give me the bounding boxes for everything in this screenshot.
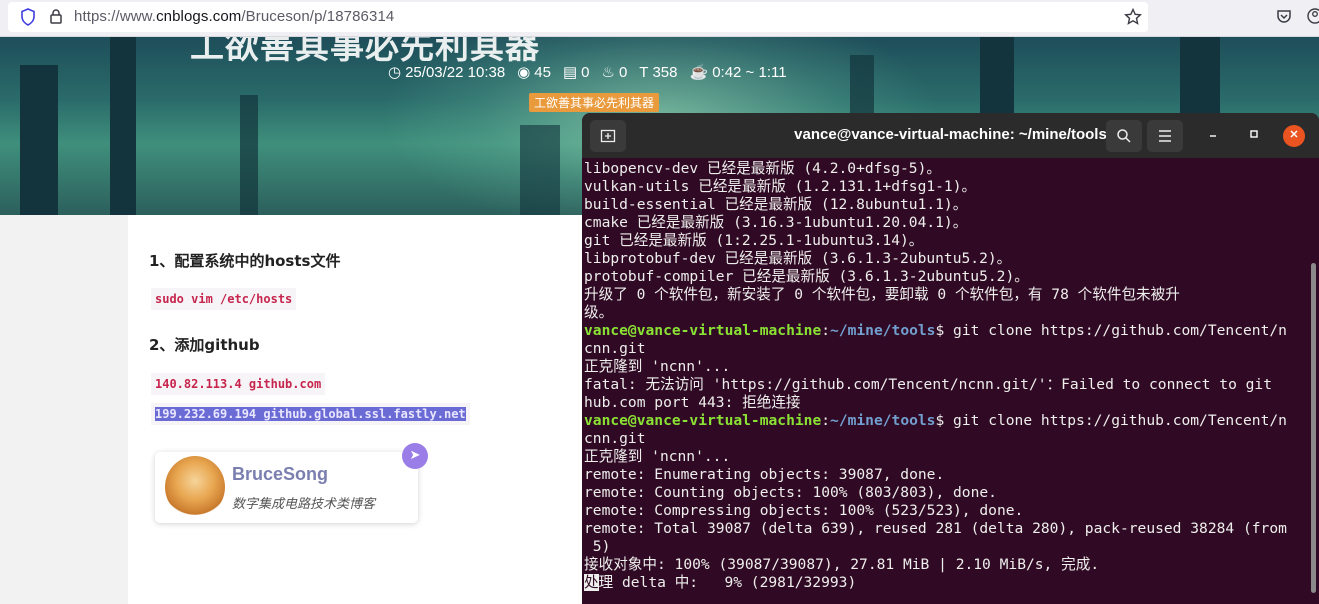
terminal-line: 级。 bbox=[584, 304, 614, 321]
post-views-value: 45 bbox=[534, 64, 551, 81]
terminal-line: hub.com port 443: 拒绝连接 bbox=[584, 394, 801, 411]
terminal-line: libprotobuf-dev 已经是最新版 (3.6.1.3-2ubuntu5… bbox=[584, 250, 1012, 267]
selected-text: 199.232.69.194 github.global.ssl.fastly.… bbox=[155, 407, 466, 421]
prompt-symbol: $ bbox=[935, 322, 954, 339]
prompt-command: git clone https://github.com/Tencent/n bbox=[953, 322, 1287, 339]
author-name[interactable]: BruceSong bbox=[232, 464, 328, 485]
post-comments: ▤ 0 bbox=[563, 63, 590, 81]
tree-silhouette bbox=[110, 37, 136, 215]
terminal-cursor: 处 bbox=[584, 574, 599, 591]
close-button[interactable] bbox=[1283, 125, 1305, 147]
post-comments-value: 0 bbox=[581, 64, 590, 81]
shield-icon[interactable] bbox=[19, 8, 37, 26]
terminal-line: git 已经是最新版 (1:2.25.1-1ubuntu3.14)。 bbox=[584, 232, 924, 249]
tree-silhouette bbox=[520, 125, 560, 215]
maximize-button[interactable] bbox=[1243, 125, 1265, 147]
star-icon[interactable] bbox=[1123, 7, 1143, 26]
terminal-line: fatal: 无法访问 'https://github.com/Tencent/… bbox=[584, 376, 1273, 393]
terminal-line: 5) bbox=[584, 538, 611, 555]
post-read-time: ☕ 0:42 ~ 1:11 bbox=[690, 63, 787, 81]
terminal-line: remote: Counting objects: 100% (803/803)… bbox=[584, 484, 997, 501]
terminal-line: 升级了 0 个软件包，新安装了 0 个软件包，要卸载 0 个软件包，有 78 个… bbox=[584, 286, 1180, 303]
url-host: cnblogs.com bbox=[156, 8, 242, 25]
terminal-line: libopencv-dev 已经是最新版 (4.2.0+dfsg-5)。 bbox=[584, 160, 941, 177]
step2-code-line2: 199.232.69.194 github.global.ssl.fastly.… bbox=[151, 403, 470, 425]
post-meta: ◷ 25/03/22 10:38 ◉ 45 ▤ 0 ♨ 0 T 358 ☕ 0:42 ~ 1… bbox=[388, 63, 787, 82]
minimize-button[interactable] bbox=[1202, 125, 1224, 147]
prompt-command: git clone https://github.com/Tencent/n bbox=[953, 412, 1287, 429]
terminal-line: 处理 delta 中: 9% (2981/32993) bbox=[584, 574, 1304, 592]
terminal-titlebar[interactable]: vance@vance-virtual-machine: ~/mine/tool… bbox=[582, 113, 1319, 158]
terminal-line: vulkan-utils 已经是最新版 (1.2.131.1+dfsg1-1)。 bbox=[584, 178, 977, 195]
url-text[interactable]: https://www.cnblogs.com/Bruceson/p/18786… bbox=[74, 8, 394, 25]
url-path: /Bruceson/p/18786314 bbox=[241, 8, 395, 25]
account-icon[interactable] bbox=[1306, 8, 1319, 26]
terminal-window[interactable]: vance@vance-virtual-machine: ~/mine/tool… bbox=[582, 113, 1319, 604]
hamburger-icon bbox=[1159, 130, 1171, 142]
tree-silhouette bbox=[240, 95, 258, 215]
terminal-line: 接收对象中: 100% (39087/39087), 27.81 MiB | 2… bbox=[584, 556, 1100, 573]
lock-icon bbox=[47, 8, 65, 26]
post-words: T 358 bbox=[639, 64, 677, 81]
step2-code-line1: 140.82.113.4 github.com bbox=[151, 373, 326, 395]
prompt-separator: : bbox=[821, 412, 831, 429]
step1-heading: 1、配置系统中的hosts文件 bbox=[149, 252, 341, 270]
text-icon: T bbox=[639, 63, 649, 81]
prompt-path: ~/mine/tools bbox=[830, 322, 936, 339]
author-card[interactable]: BruceSong 数字集成电路技术类博客 bbox=[155, 452, 418, 523]
post-words-value: 358 bbox=[652, 63, 678, 81]
pocket-icon[interactable] bbox=[1275, 8, 1293, 26]
close-icon bbox=[1290, 130, 1298, 138]
terminal-scrollbar[interactable] bbox=[1311, 263, 1316, 593]
paper-plane-icon[interactable]: ➤ bbox=[402, 443, 428, 469]
post-read-time-value: 0:42 ~ 1:11 bbox=[712, 64, 787, 81]
avatar[interactable] bbox=[165, 456, 225, 518]
terminal-output[interactable]: libopencv-dev 已经是最新版 (4.2.0+dfsg-5)。 vulk… bbox=[584, 160, 1304, 592]
step2-heading: 2、添加github bbox=[149, 336, 260, 354]
post-date: ◷ 25/03/22 10:38 bbox=[388, 63, 505, 81]
coffee-icon: ☕ bbox=[689, 64, 709, 81]
browser-toolbar: https://www.cnblogs.com/Bruceson/p/18786… bbox=[0, 0, 1319, 37]
menu-button[interactable] bbox=[1147, 120, 1183, 152]
post-likes-value: 0 bbox=[618, 64, 628, 81]
prompt-path: ~/mine/tools bbox=[830, 412, 936, 429]
comment-icon: ▤ bbox=[562, 64, 578, 81]
prompt-user: vance@vance-virtual-machine bbox=[584, 412, 822, 429]
post-views: ◉ 45 bbox=[517, 63, 551, 81]
prompt-separator: : bbox=[821, 322, 831, 339]
terminal-prompt-line: vance@vance-virtual-machine:~/mine/tools… bbox=[584, 412, 1304, 430]
terminal-line: cnn.git bbox=[584, 430, 646, 447]
terminal-line: protobuf-compiler 已经是最新版 (3.6.1.3-2ubunt… bbox=[584, 268, 1029, 285]
terminal-line-text: 理 delta 中: 9% (2981/32993) bbox=[598, 574, 857, 591]
category-tag[interactable]: 工欲善其事必先利其器 bbox=[529, 93, 660, 112]
terminal-prompt-line: vance@vance-virtual-machine:~/mine/tools… bbox=[584, 322, 1304, 340]
search-icon bbox=[1117, 129, 1131, 143]
clock-icon: ◷ bbox=[388, 64, 402, 81]
terminal-line: remote: Total 39087 (delta 639), reused … bbox=[584, 520, 1287, 537]
search-button[interactable] bbox=[1106, 120, 1142, 152]
terminal-line: 正克隆到 'ncnn'... bbox=[584, 358, 731, 375]
terminal-line: remote: Compressing objects: 100% (523/5… bbox=[584, 502, 1024, 519]
terminal-line: cmake 已经是最新版 (3.16.3-1ubuntu1.20.04.1)。 bbox=[584, 214, 968, 231]
author-description: 数字集成电路技术类博客 bbox=[232, 497, 376, 512]
step1-code: sudo vim /etc/hosts bbox=[151, 288, 297, 310]
maximize-icon bbox=[1250, 130, 1258, 138]
prompt-symbol: $ bbox=[935, 412, 954, 429]
terminal-line: cnn.git bbox=[584, 340, 646, 357]
terminal-line: build-essential 已经是最新版 (12.8ubuntu1.1)。 bbox=[584, 196, 968, 213]
url-prefix: https://www. bbox=[74, 8, 157, 25]
eye-icon: ◉ bbox=[517, 64, 531, 81]
post-likes: ♨ 0 bbox=[602, 63, 628, 81]
post-date-value: 25/03/22 10:38 bbox=[405, 64, 506, 81]
terminal-line: 正克隆到 'ncnn'... bbox=[584, 448, 731, 465]
prompt-user: vance@vance-virtual-machine bbox=[584, 322, 822, 339]
tree-silhouette bbox=[20, 65, 58, 215]
flame-icon: ♨ bbox=[601, 64, 615, 81]
terminal-line: remote: Enumerating objects: 39087, done… bbox=[584, 466, 945, 483]
minimize-icon bbox=[1210, 135, 1216, 137]
